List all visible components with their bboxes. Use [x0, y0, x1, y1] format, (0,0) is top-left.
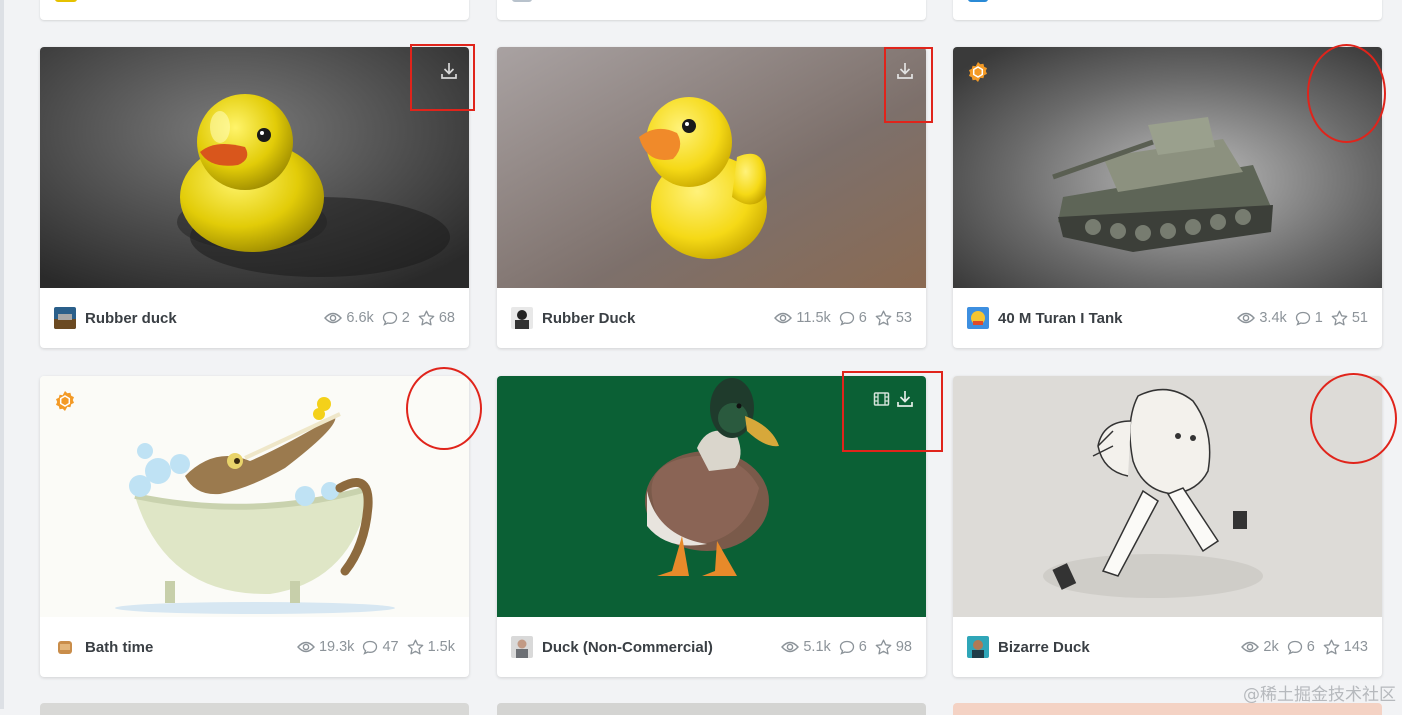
eye-icon [324, 312, 343, 324]
comment-icon [363, 640, 378, 655]
star-icon[interactable] [1323, 639, 1340, 655]
annotation-circle [1310, 373, 1397, 464]
model-card[interactable]: Bath time 19.3k 47 1.5k [40, 376, 469, 677]
model-title[interactable]: Bath time [85, 639, 297, 656]
eye-icon [774, 312, 793, 324]
page-edge [0, 0, 4, 709]
model-card[interactable]: Rubber Duck 11.5k 6 53 [497, 47, 926, 348]
card-footer: Duck (Non-Commercial) 5.1k 6 98 [497, 617, 926, 677]
likes-count[interactable]: 143 [1323, 639, 1368, 655]
views-count: 5.1k [781, 639, 831, 655]
eye-icon [297, 641, 315, 653]
annotation-circle [1307, 44, 1386, 143]
comments-count: 6 [839, 639, 867, 655]
annotation-box [884, 47, 933, 123]
comments-count: 1 [1295, 310, 1323, 326]
partial-card[interactable] [40, 0, 469, 20]
comment-icon [839, 311, 854, 326]
views-count: 3.4k [1237, 310, 1287, 326]
comment-icon [839, 640, 854, 655]
model-title[interactable]: Rubber Duck [542, 310, 774, 327]
model-stats: 6.6k 2 68 [324, 310, 455, 326]
model-stats: 11.5k 6 53 [774, 310, 912, 326]
annotation-box [410, 44, 475, 111]
likes-count[interactable]: 51 [1331, 310, 1368, 326]
model-title[interactable]: Rubber duck [85, 310, 324, 327]
model-card[interactable]: Rubber duck 6.6k 2 68 [40, 47, 469, 348]
partial-card[interactable] [497, 703, 926, 715]
star-icon[interactable] [875, 310, 892, 326]
card-footer: Bath time 19.3k 47 1.5k [40, 617, 469, 677]
author-avatar[interactable] [967, 307, 989, 329]
model-title[interactable]: 40 M Turan I Tank [998, 310, 1237, 327]
likes-count[interactable]: 53 [875, 310, 912, 326]
author-avatar[interactable] [54, 636, 76, 658]
model-thumbnail[interactable] [497, 47, 926, 288]
author-avatar[interactable] [511, 636, 533, 658]
watermark: @稀土掘金技术社区 [1243, 685, 1396, 705]
likes-count[interactable]: 1.5k [407, 639, 455, 655]
comments-count: 2 [382, 310, 410, 326]
model-title[interactable]: Bizarre Duck [998, 639, 1241, 656]
eye-icon [1241, 641, 1260, 653]
views-count: 11.5k [774, 310, 831, 326]
partial-card[interactable] [953, 0, 1382, 20]
model-thumbnail[interactable] [40, 47, 469, 288]
annotation-circle [406, 367, 482, 450]
card-footer: Bizarre Duck 2k 6 143 [953, 617, 1382, 677]
card-footer: Rubber duck 6.6k 2 68 [40, 288, 469, 348]
views-count: 6.6k [324, 310, 374, 326]
comments-count: 47 [362, 639, 399, 655]
partial-card[interactable] [40, 703, 469, 715]
model-stats: 5.1k 6 98 [781, 639, 912, 655]
eye-icon [1237, 312, 1256, 324]
star-icon[interactable] [418, 310, 435, 326]
star-icon[interactable] [1331, 310, 1348, 326]
eye-icon [781, 641, 800, 653]
author-avatar[interactable] [967, 636, 989, 658]
annotation-box [842, 371, 943, 452]
staff-pick-badge-icon [969, 62, 987, 82]
model-stats: 3.4k 1 51 [1237, 310, 1368, 326]
card-footer: 40 M Turan I Tank 3.4k 1 51 [953, 288, 1382, 348]
comment-icon [1287, 640, 1302, 655]
author-avatar[interactable] [511, 307, 533, 329]
views-count: 2k [1241, 639, 1279, 655]
card-footer: Rubber Duck 11.5k 6 53 [497, 288, 926, 348]
likes-count[interactable]: 98 [875, 639, 912, 655]
comment-icon [1295, 311, 1310, 326]
likes-count[interactable]: 68 [418, 310, 455, 326]
comments-count: 6 [839, 310, 867, 326]
model-stats: 19.3k 47 1.5k [297, 639, 455, 655]
staff-pick-badge-icon [56, 391, 74, 411]
views-count: 19.3k [297, 639, 354, 655]
star-icon[interactable] [875, 639, 892, 655]
comments-count: 6 [1287, 639, 1315, 655]
model-stats: 2k 6 143 [1241, 639, 1368, 655]
author-avatar[interactable] [54, 307, 76, 329]
star-icon[interactable] [407, 639, 424, 655]
model-title[interactable]: Duck (Non-Commercial) [542, 639, 781, 656]
comment-icon [382, 311, 397, 326]
model-thumbnail[interactable] [40, 376, 469, 617]
partial-card[interactable] [497, 0, 926, 20]
